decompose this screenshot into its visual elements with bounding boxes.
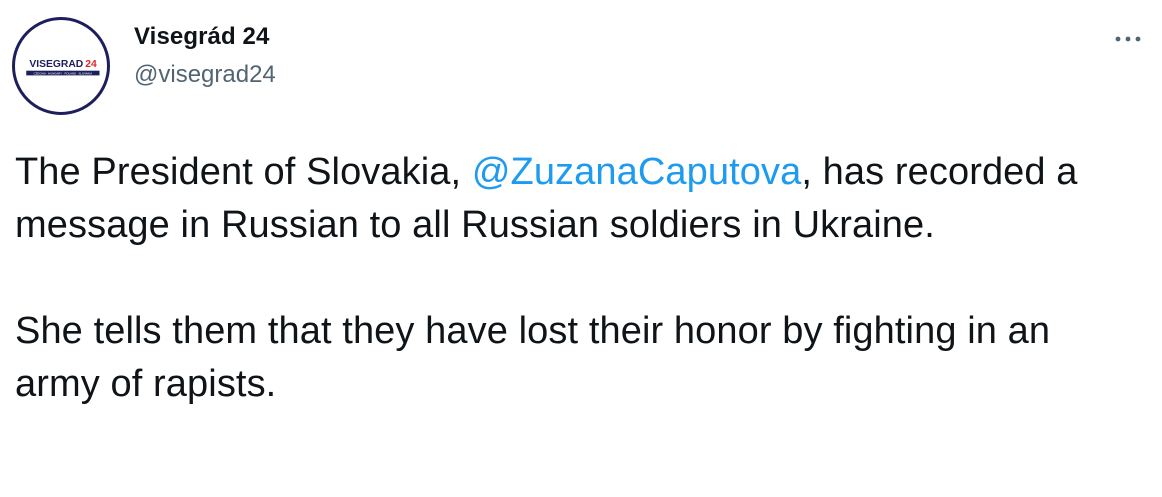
logo-accent-text: 24: [85, 59, 97, 70]
tweet-paragraph-1: The President of Slovakia, @ZuzanaCaputo…: [15, 146, 1135, 252]
more-horizontal-icon: [1115, 36, 1141, 42]
logo-subtext: CZECHIA · HUNGARY · POLAND · SLOVAKIA: [34, 71, 93, 75]
author-avatar[interactable]: VISEGRAD 24 CZECHIA · HUNGARY · POLAND ·…: [12, 17, 110, 115]
tweet-text-before-mention: The President of Slovakia,: [15, 151, 472, 193]
tweet-text: The President of Slovakia, @ZuzanaCaputo…: [15, 146, 1135, 411]
tweet-paragraph-2: She tells them that they have lost their…: [15, 310, 1051, 405]
logo-main-text: VISEGRAD: [29, 59, 83, 70]
author-block: Visegrád 24 @visegrad24: [134, 22, 276, 90]
more-options-button[interactable]: [1110, 24, 1146, 54]
mention-link[interactable]: @ZuzanaCaputova: [472, 151, 802, 193]
visegrad24-logo: VISEGRAD 24 CZECHIA · HUNGARY · POLAND ·…: [26, 59, 100, 76]
author-handle[interactable]: @visegrad24: [134, 60, 276, 90]
author-display-name[interactable]: Visegrád 24: [134, 22, 276, 52]
tweet-card: VISEGRAD 24 CZECHIA · HUNGARY · POLAND ·…: [0, 0, 1162, 497]
